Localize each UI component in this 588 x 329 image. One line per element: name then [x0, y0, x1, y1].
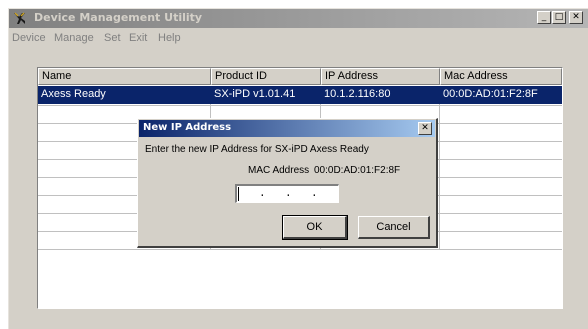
close-icon: ✕ [421, 123, 429, 133]
table-row[interactable]: Axess Ready SX-iPD v1.01.41 10.1.2.116:8… [38, 86, 562, 104]
menu-exit[interactable]: Exit [129, 32, 147, 44]
ip-address-input[interactable]: . . . [235, 184, 339, 203]
device-utility-icon [14, 12, 25, 24]
maximize-icon: □ [554, 12, 564, 22]
ip-octet-separator: . [259, 188, 266, 200]
window-title: Device Management Utility [34, 11, 203, 24]
minimize-button[interactable]: _ [537, 11, 551, 24]
dialog-prompt: Enter the new IP Address for SX-iPD Axes… [145, 144, 369, 155]
cell-name: Axess Ready [41, 88, 106, 100]
ok-button[interactable]: OK [282, 215, 348, 240]
close-button[interactable]: ✕ [569, 11, 583, 24]
column-header-name[interactable]: Name [38, 68, 211, 85]
column-header-product-id[interactable]: Product ID [211, 68, 321, 85]
minimize-icon: _ [541, 12, 547, 22]
dialog-title-bar[interactable]: New IP Address ✕ [139, 120, 435, 137]
menu-help[interactable]: Help [158, 32, 181, 44]
grid-line [38, 249, 562, 250]
cell-ip-address: 10.1.2.116:80 [324, 88, 391, 100]
new-ip-dialog: New IP Address ✕ Enter the new IP Addres… [137, 118, 438, 248]
maximize-button[interactable]: □ [552, 11, 566, 24]
cancel-button[interactable]: Cancel [358, 216, 430, 239]
ip-octet-separator: . [285, 188, 292, 200]
menu-set[interactable]: Set [104, 32, 121, 44]
ip-octet-separator: . [311, 188, 318, 200]
title-bar[interactable]: Device Management Utility _ □ ✕ [9, 9, 588, 28]
cell-mac-address: 00:0D:AD:01:F2:8F [443, 88, 538, 100]
close-icon: ✕ [572, 12, 580, 22]
grid-line [38, 105, 562, 106]
menu-bar: Device Manage Set Exit Help [9, 30, 588, 46]
text-caret [238, 187, 239, 201]
mac-address-label: MAC Address [248, 165, 310, 176]
dialog-close-button[interactable]: ✕ [418, 122, 432, 135]
dialog-title: New IP Address [143, 122, 232, 133]
column-header-ip-address[interactable]: IP Address [321, 68, 440, 85]
cell-product-id: SX-iPD v1.01.41 [214, 88, 296, 100]
grid-line [439, 104, 440, 250]
column-header-mac-address[interactable]: Mac Address [440, 68, 562, 85]
menu-device[interactable]: Device [12, 32, 46, 44]
mac-address-value: 00:0D:AD:01:F2:8F [314, 165, 401, 176]
menu-manage[interactable]: Manage [54, 32, 94, 44]
